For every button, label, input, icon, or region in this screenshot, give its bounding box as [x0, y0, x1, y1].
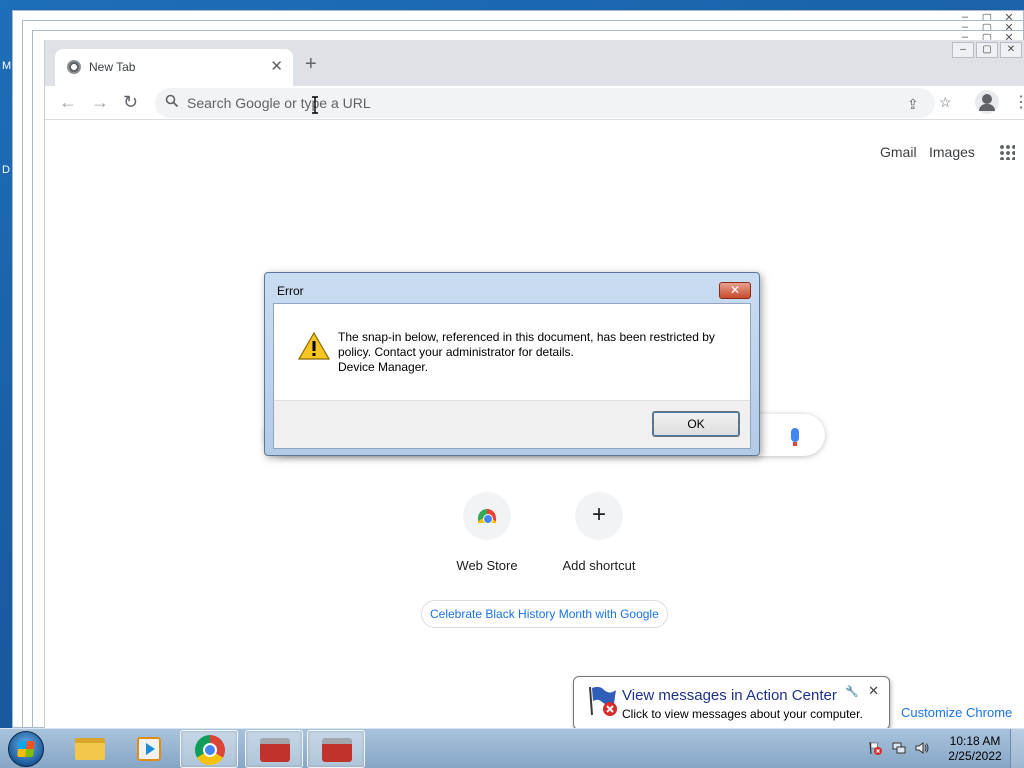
minimize-icon[interactable]: –: [952, 42, 974, 58]
shortcut-tile: +: [575, 492, 623, 540]
shortcut-tile: [463, 492, 511, 540]
microphone-icon[interactable]: [791, 428, 799, 446]
warning-icon: [298, 332, 330, 360]
forward-arrow-icon[interactable]: →: [91, 92, 109, 113]
ok-button[interactable]: OK: [652, 411, 740, 437]
omnibox-input[interactable]: [187, 93, 867, 113]
action-center-balloon[interactable]: View messages in Action Center Click to …: [573, 676, 890, 739]
web-store-icon: [478, 509, 496, 524]
images-link[interactable]: Images: [929, 144, 975, 160]
tab-new-tab[interactable]: New Tab ✕: [55, 49, 293, 86]
dialog-title: Error: [277, 284, 304, 298]
clock-date: 2/25/2022: [948, 749, 1002, 763]
chrome-icon: [195, 735, 225, 765]
volume-icon[interactable]: [915, 741, 929, 755]
tab-close-icon[interactable]: ✕: [270, 57, 283, 75]
taskbar: 10:18 AM 2/25/2022: [0, 728, 1024, 768]
shortcut-label: Add shortcut: [562, 558, 636, 573]
customize-chrome-link[interactable]: Customize Chrome: [901, 705, 1012, 720]
media-player-icon: [137, 737, 161, 761]
dialog-footer: OK: [274, 400, 750, 448]
balloon-close-icon[interactable]: ✕: [868, 683, 879, 699]
plus-icon: +: [591, 501, 606, 528]
profile-avatar-icon[interactable]: [975, 90, 999, 114]
balloon-title[interactable]: View messages in Action Center: [622, 687, 837, 704]
browser-toolbar: ← → ↻ ⇪ ☆ ⋮: [45, 86, 1024, 120]
gmail-link[interactable]: Gmail: [880, 144, 917, 160]
taskbar-media-player[interactable]: [120, 730, 178, 768]
show-desktop-button[interactable]: [1010, 729, 1024, 768]
desktop-icon-label: M: [2, 60, 12, 72]
back-arrow-icon[interactable]: ←: [59, 92, 77, 113]
start-button[interactable]: [8, 731, 44, 767]
clock-time: 10:18 AM: [949, 734, 1001, 748]
search-icon: [165, 94, 179, 108]
action-center-flag-icon: [589, 686, 617, 716]
toolbox-icon: [322, 738, 352, 762]
taskbar-mmc-1[interactable]: [245, 730, 303, 768]
folder-icon: [75, 738, 105, 760]
action-center-tray-icon[interactable]: [868, 741, 882, 755]
address-bar[interactable]: ⇪: [155, 88, 935, 118]
balloon-text: Click to view messages about your comput…: [622, 707, 863, 721]
menu-kebab-icon[interactable]: ⋮: [1013, 92, 1024, 112]
system-clock[interactable]: 10:18 AM 2/25/2022: [940, 734, 1010, 764]
wrench-icon[interactable]: 🔧: [845, 685, 859, 698]
tab-title: New Tab: [89, 60, 136, 74]
new-tab-icon[interactable]: +: [305, 53, 317, 76]
text-cursor-icon: [312, 96, 318, 114]
shortcut-web-store[interactable]: Web Store: [437, 492, 537, 573]
dialog-body: The snap-in below, referenced in this do…: [273, 303, 751, 449]
dialog-message-line: Device Manager.: [338, 360, 429, 374]
dialog-message-line: policy. Contact your administrator for d…: [338, 345, 574, 359]
shortcut-label: Web Store: [456, 558, 518, 573]
dialog-close-icon[interactable]: ✕: [719, 282, 751, 299]
desktop-icon-label: D: [2, 164, 10, 176]
taskbar-explorer[interactable]: [60, 730, 118, 768]
doodle-share-link[interactable]: Celebrate Black History Month with Googl…: [421, 600, 668, 628]
share-icon[interactable]: ⇪: [907, 96, 919, 113]
taskbar-chrome[interactable]: [180, 730, 238, 768]
tab-strip: New Tab ✕ + – ▢ ✕: [45, 40, 1024, 86]
apps-grid-icon[interactable]: [999, 144, 1015, 160]
shortcut-add[interactable]: + Add shortcut: [549, 492, 649, 573]
bookmark-star-icon[interactable]: ☆: [939, 94, 952, 111]
maximize-icon[interactable]: ▢: [976, 42, 998, 58]
reload-icon[interactable]: ↻: [123, 92, 138, 113]
taskbar-mmc-2[interactable]: [307, 730, 365, 768]
error-dialog: Error ✕ The snap-in below, referenced in…: [264, 272, 760, 456]
close-window-icon[interactable]: ✕: [1000, 42, 1022, 58]
dialog-message-line: The snap-in below, referenced in this do…: [338, 330, 715, 344]
window-controls: – ▢ ✕: [952, 42, 1022, 58]
chrome-favicon-icon: [67, 60, 81, 74]
network-icon[interactable]: [892, 741, 906, 755]
toolbox-icon: [260, 738, 290, 762]
dialog-message: The snap-in below, referenced in this do…: [338, 330, 738, 375]
